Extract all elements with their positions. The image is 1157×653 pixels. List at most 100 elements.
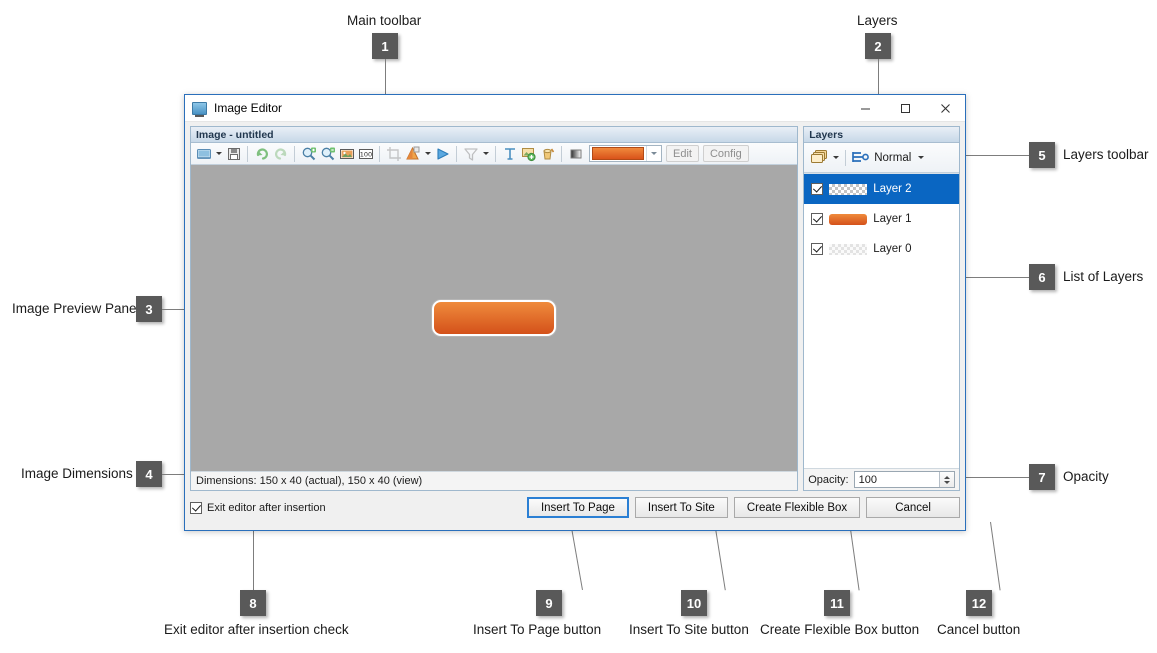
annotation-label-1: Main toolbar (347, 13, 422, 28)
annotation-badge-10: 10 (681, 590, 707, 616)
stepper-down-icon[interactable] (944, 480, 950, 484)
opacity-input[interactable]: 100 (853, 471, 955, 488)
color-select[interactable] (589, 145, 662, 162)
insert-to-page-button[interactable]: Insert To Page (526, 497, 629, 518)
annotation-label-9: Insert To Page button (473, 622, 602, 637)
blend-mode-value: Normal (874, 151, 912, 164)
shape-icon[interactable] (433, 144, 452, 163)
annotation-badge-8: 8 (240, 590, 266, 616)
gradient-fill-icon[interactable] (403, 144, 422, 163)
open-dropdown-arrow[interactable] (213, 144, 224, 163)
image-preview-pane[interactable] (191, 165, 798, 471)
undo-icon[interactable] (252, 144, 271, 163)
open-image-icon[interactable] (194, 144, 213, 163)
layer-visibility-checkbox[interactable] (811, 213, 824, 225)
layer-row[interactable]: Layer 1 (804, 204, 959, 234)
toolbar-separator (561, 145, 562, 162)
blend-mode-icon[interactable] (850, 148, 870, 167)
exit-editor-label: Exit editor after insertion (207, 501, 326, 514)
insert-to-site-button[interactable]: Insert To Site (634, 497, 728, 518)
layer-thumbnail (829, 243, 868, 255)
leader-line-10 (714, 521, 726, 591)
cancel-button[interactable]: Cancel (866, 497, 960, 518)
zoom-out-icon[interactable] (318, 144, 337, 163)
new-layer-icon[interactable] (808, 147, 830, 169)
zoom-in-icon[interactable] (299, 144, 318, 163)
leader-line-11 (849, 521, 860, 591)
crop-icon[interactable] (384, 144, 403, 163)
text-tool-icon[interactable] (500, 144, 519, 163)
toolbar-separator (456, 145, 457, 162)
filter-icon[interactable] (461, 144, 480, 163)
new-layer-dropdown-arrow[interactable] (830, 148, 841, 167)
stepper-up-icon[interactable] (944, 475, 950, 479)
annotation-badge-3: 3 (136, 296, 162, 322)
main-toolbar: 100 Edit Config (191, 143, 798, 165)
create-flexible-box-button[interactable]: Create Flexible Box (733, 497, 861, 518)
layer-row[interactable]: Layer 0 (804, 234, 959, 264)
image-dimensions-status: Dimensions: 150 x 40 (actual), 150 x 40 … (191, 471, 798, 490)
opacity-bar: Opacity: 100 (804, 468, 959, 490)
minimize-button[interactable] (845, 95, 885, 122)
gradient-preview-icon[interactable] (566, 144, 585, 163)
annotation-badge-7: 7 (1029, 464, 1055, 490)
image-panel-caption: Image - untitled (191, 127, 798, 143)
annotation-badge-5: 5 (1029, 142, 1055, 168)
redo-icon[interactable] (271, 144, 290, 163)
layer-thumbnail (829, 213, 868, 225)
layer-name: Layer 1 (873, 213, 912, 225)
layer-thumbnail (829, 183, 868, 195)
annotation-label-2: Layers (857, 13, 898, 28)
canvas-orange-button[interactable] (432, 300, 557, 336)
toolbar-separator (294, 145, 295, 162)
toolbar-separator (495, 145, 496, 162)
annotation-label-5: Layers toolbar (1063, 147, 1149, 162)
layer-row[interactable]: Layer 2 (804, 174, 959, 204)
fit-to-window-icon[interactable] (337, 144, 356, 163)
window-controls (845, 95, 965, 122)
dialog-footer: Exit editor after insertion Insert To Pa… (190, 496, 960, 519)
layers-toolbar: Normal (804, 143, 959, 173)
footer-buttons: Insert To Page Insert To Site Create Fle… (526, 497, 960, 518)
leader-line-12 (990, 521, 1001, 591)
toolbar-separator (247, 145, 248, 162)
annotation-label-8: Exit editor after insertion check (164, 622, 349, 637)
annotation-label-6: List of Layers (1063, 269, 1144, 284)
add-image-icon[interactable] (519, 144, 538, 163)
dialog-body: Image - untitled 100 Edit Config Dimensi… (185, 122, 965, 530)
layer-visibility-checkbox[interactable] (811, 183, 824, 195)
layer-name: Layer 0 (873, 243, 912, 255)
layers-panel-caption: Layers (804, 127, 959, 143)
chevron-down-icon[interactable] (646, 146, 661, 161)
layer-name: Layer 2 (873, 183, 912, 195)
layers-toolbar-separator (845, 149, 847, 166)
filter-dropdown-arrow[interactable] (480, 144, 491, 163)
color-swatch (592, 147, 644, 160)
annotation-label-11: Create Flexible Box button (760, 622, 920, 637)
opacity-stepper[interactable] (939, 472, 954, 487)
leader-line-7 (955, 477, 1030, 478)
gradient-dropdown-arrow[interactable] (422, 144, 433, 163)
annotation-badge-1: 1 (372, 33, 398, 59)
close-button[interactable] (925, 95, 965, 122)
annotation-badge-4: 4 (136, 461, 162, 487)
annotation-label-4: Image Dimensions (21, 466, 133, 481)
layer-visibility-checkbox[interactable] (811, 243, 824, 255)
blend-mode-dropdown-arrow[interactable] (915, 148, 926, 167)
exit-editor-checkbox-group[interactable]: Exit editor after insertion (190, 501, 326, 514)
edit-button[interactable]: Edit (666, 145, 699, 162)
annotation-label-10: Insert To Site button (629, 622, 749, 637)
exit-editor-checkbox[interactable] (190, 501, 202, 514)
annotation-badge-6: 6 (1029, 264, 1055, 290)
save-icon[interactable] (224, 144, 243, 163)
image-editor-dialog: Image Editor Image - untitled 100 Edit C… (184, 94, 966, 531)
annotation-label-3: Image Preview Pane (12, 301, 137, 316)
paint-bucket-icon[interactable] (538, 144, 557, 163)
layers-list[interactable]: Layer 2 Layer 1 Layer 0 (804, 173, 959, 468)
config-button[interactable]: Config (702, 145, 749, 162)
maximize-button[interactable] (885, 95, 925, 122)
leader-line-9 (570, 521, 583, 591)
opacity-value: 100 (858, 473, 877, 486)
zoom-100-icon[interactable]: 100 (356, 144, 375, 163)
dialog-titlebar[interactable]: Image Editor (185, 95, 965, 122)
